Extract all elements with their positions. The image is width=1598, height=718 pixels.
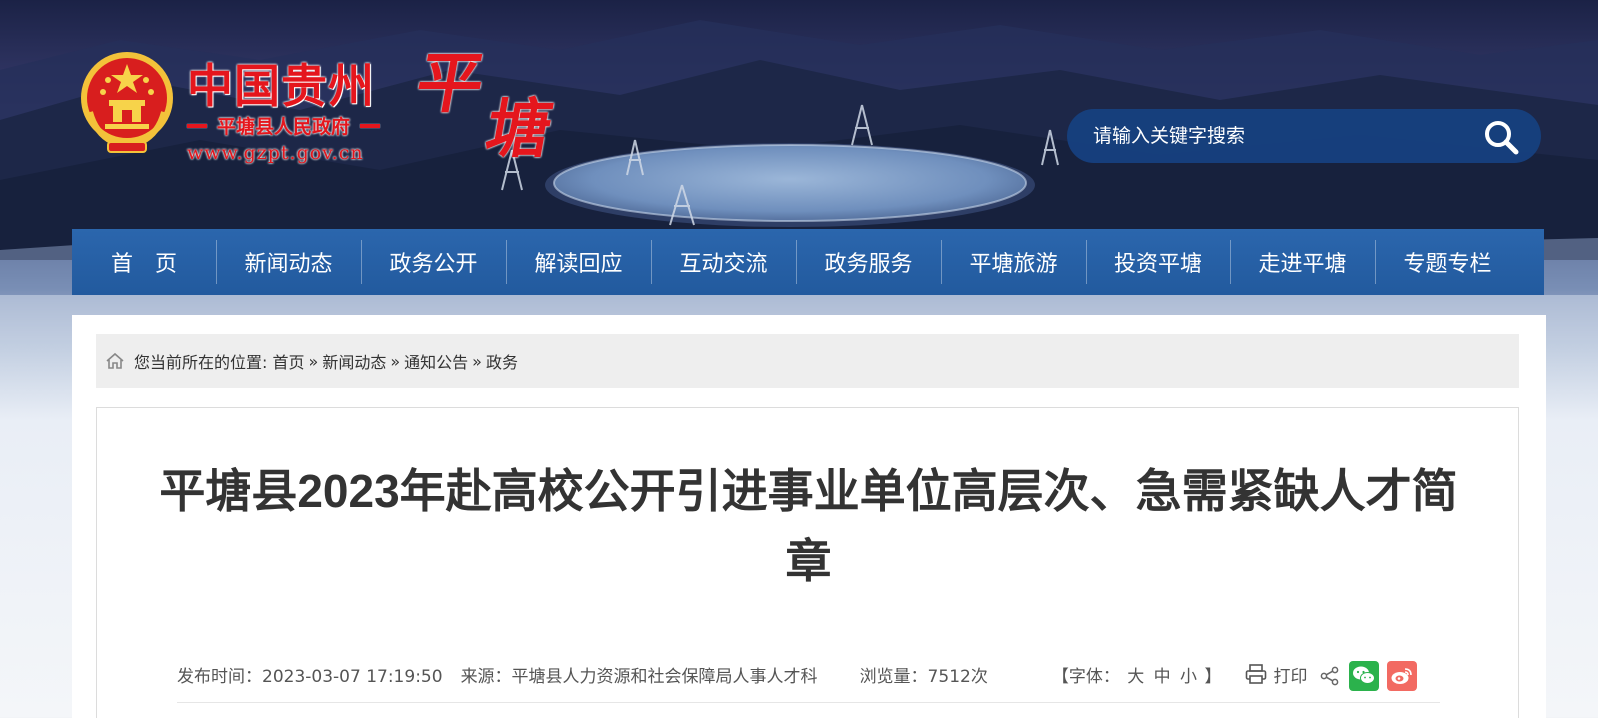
logo-dash-right	[360, 123, 381, 128]
breadcrumb-prefix: 您当前所在的位置:	[134, 353, 268, 372]
calligraphy-logo: 平 塘	[410, 30, 568, 167]
logo-dash-left	[187, 123, 207, 128]
main-nav: 首 页 新闻动态 政务公开 解读回应 互动交流 政务服务 平塘旅游 投资平塘 走…	[72, 229, 1544, 295]
home-icon	[104, 350, 126, 372]
font-size-medium[interactable]: 中	[1154, 667, 1171, 687]
print-button[interactable]: 打印	[1245, 662, 1307, 687]
search-bar	[1067, 109, 1541, 163]
article-source: 来源：平塘县人力资源和社会保障局人事人才科	[460, 666, 818, 687]
breadcrumb-separator: »	[472, 351, 482, 371]
nav-item-home[interactable]: 首 页	[72, 229, 216, 295]
nav-item-about[interactable]: 走进平塘	[1230, 229, 1375, 295]
nav-item-topics[interactable]: 专题专栏	[1375, 229, 1520, 295]
site-subtitle-text: 平塘县人民政府	[217, 116, 351, 138]
font-size-suffix: 】	[1204, 666, 1222, 687]
nav-item-news[interactable]: 新闻动态	[216, 229, 361, 295]
font-size-control: 【字体： 大 中 小 】	[1052, 662, 1222, 687]
search-input[interactable]	[1093, 125, 1453, 147]
article-title: 平塘县2023年赴高校公开引进事业单位高层次、急需紧缺人才简章	[159, 465, 1458, 587]
breadcrumb-gov[interactable]: 政务	[486, 349, 518, 373]
nav-item-interpretation[interactable]: 解读回应	[506, 229, 651, 295]
national-emblem-icon	[78, 50, 176, 154]
view-count: 浏览量：7512次	[859, 666, 988, 687]
breadcrumb: 您当前所在的位置: 首页 » 新闻动态 » 通知公告 » 政务	[96, 334, 1519, 388]
calligraphy-char-2: 塘	[480, 92, 558, 167]
article-meta: 发布时间：2023-03-07 17:19:50 来源：平塘县人力资源和社会保障…	[177, 656, 1437, 692]
nav-item-interaction[interactable]: 互动交流	[651, 229, 796, 295]
nav-item-gov-affairs[interactable]: 政务公开	[361, 229, 506, 295]
breadcrumb-news[interactable]: 新闻动态	[322, 349, 386, 373]
wechat-icon[interactable]	[1349, 661, 1379, 691]
print-label: 打印	[1273, 666, 1308, 687]
site-logo-text[interactable]: 中国贵州	[187, 50, 375, 116]
share-bar	[1319, 661, 1417, 691]
share-icon[interactable]	[1319, 665, 1341, 687]
publish-time: 发布时间：2023-03-07 17:19:50	[177, 666, 443, 687]
breadcrumb-separator: »	[308, 351, 319, 371]
font-size-large[interactable]: 大	[1127, 667, 1144, 687]
site-subtitle: 平塘县人民政府	[187, 112, 392, 139]
site-url: www.gzpt.gov.cn	[187, 142, 364, 164]
printer-icon	[1246, 664, 1267, 684]
calligraphy-char-1: 平	[410, 44, 490, 122]
breadcrumb-home[interactable]: 首页	[273, 349, 305, 373]
weibo-icon[interactable]	[1387, 661, 1417, 691]
font-size-small[interactable]: 小	[1180, 667, 1197, 687]
nav-item-tourism[interactable]: 平塘旅游	[941, 229, 1086, 295]
breadcrumb-separator: »	[390, 351, 401, 371]
font-size-prefix: 【字体：	[1051, 666, 1120, 687]
nav-item-services[interactable]: 政务服务	[796, 229, 941, 295]
content-panel: 您当前所在的位置: 首页 » 新闻动态 » 通知公告 » 政务 平塘县2023年…	[72, 315, 1546, 718]
search-icon[interactable]	[1481, 117, 1521, 157]
article-container: 平塘县2023年赴高校公开引进事业单位高层次、急需紧缺人才简章 发布时间：202…	[96, 407, 1519, 718]
meta-divider	[177, 702, 1440, 703]
nav-item-investment[interactable]: 投资平塘	[1086, 229, 1230, 295]
breadcrumb-notices[interactable]: 通知公告	[404, 349, 468, 373]
